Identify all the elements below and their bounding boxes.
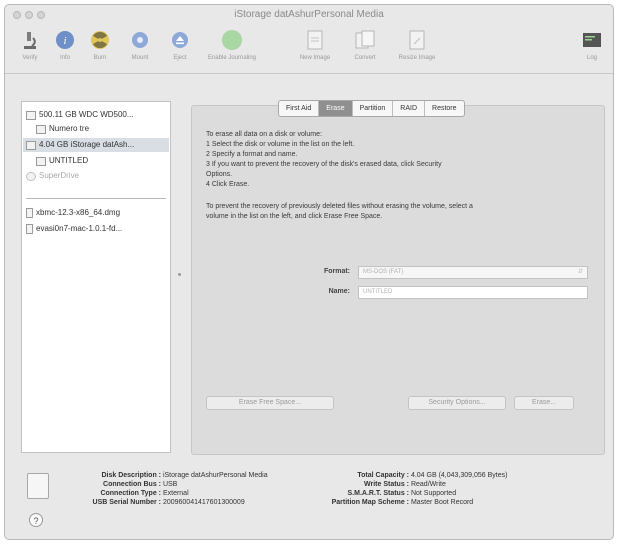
window-title: iStorage datAshurPersonal Media	[234, 9, 384, 20]
new-image-icon	[304, 29, 326, 51]
enable-journaling-button[interactable]: Enable Journaling	[201, 29, 263, 61]
svg-text:i: i	[63, 35, 66, 47]
format-label: Format:	[323, 268, 350, 275]
sidebar-divider	[26, 198, 166, 199]
erase-step-3: 3 If you want to prevent the recovery of…	[206, 161, 442, 168]
erase-free-space-button[interactable]: Erase Free Space...	[206, 396, 334, 410]
mount-button[interactable]: Mount	[123, 29, 157, 61]
tab-first-aid[interactable]: First Aid	[279, 101, 320, 116]
info-button[interactable]: i Info	[50, 29, 80, 61]
security-options-button[interactable]: Security Options...	[408, 396, 506, 410]
mount-disk-icon	[129, 29, 151, 51]
usb-drive-icon	[27, 473, 49, 499]
sidebar-item-xbmc-dmg[interactable]: xbmc-12.3-x86_64.dmg	[26, 206, 120, 220]
microscope-icon	[19, 29, 41, 51]
erase-step-4: 4 Click Erase.	[206, 181, 250, 188]
disk-info-right: Total Capacity : 4.04 GB (4,043,309,056 …	[331, 472, 508, 506]
sidebar-item-wdc-disk[interactable]: 500.11 GB WDC WD500...	[26, 108, 134, 122]
verify-button[interactable]: Verify	[15, 29, 45, 61]
help-button[interactable]: ?	[29, 513, 43, 527]
name-label: Name:	[328, 288, 350, 295]
erase-step-2: 2 Specify a format and name.	[206, 151, 298, 158]
erase-button[interactable]: Erase...	[514, 396, 574, 410]
erase-pane: First Aid Erase Partition RAID Restore T…	[191, 100, 605, 455]
radiation-icon	[89, 29, 111, 51]
tab-erase[interactable]: Erase	[319, 101, 353, 116]
disk-image-icon	[26, 208, 33, 218]
sidebar-item-evasi0n-dmg[interactable]: evasi0n7-mac-1.0.1-fd...	[26, 222, 122, 236]
convert-button[interactable]: Convert	[345, 29, 385, 61]
optical-drive-icon	[26, 171, 36, 181]
eject-icon	[169, 29, 191, 51]
volume-icon	[36, 156, 46, 166]
prevent-recovery-text-cont: volume in the list on the left, and clic…	[206, 213, 383, 220]
disk-image-icon	[26, 224, 33, 234]
erase-step-1: 1 Select the disk or volume in the list …	[206, 141, 355, 148]
volume-icon	[36, 124, 46, 134]
resize-image-icon	[406, 29, 428, 51]
name-input[interactable]: UNTITLED	[358, 286, 588, 299]
toolbar: Verify i Info Burn Mount Eject Enable Jo…	[5, 25, 613, 74]
log-icon	[581, 29, 603, 51]
convert-icon	[354, 29, 376, 51]
sidebar-item-untitled[interactable]: UNTITLED	[36, 154, 88, 168]
tab-raid[interactable]: RAID	[393, 101, 426, 116]
log-button[interactable]: Log	[579, 29, 605, 61]
hard-disk-icon	[26, 110, 36, 120]
resize-image-button[interactable]: Resize Image	[389, 29, 445, 61]
disk-utility-window: iStorage datAshurPersonal Media Verify i…	[4, 4, 614, 540]
sidebar-item-istorage-disk[interactable]: 4.04 GB iStorage datAsh...	[23, 138, 169, 152]
eject-button[interactable]: Eject	[165, 29, 195, 61]
burn-button[interactable]: Burn	[85, 29, 115, 61]
tab-bar: First Aid Erase Partition RAID Restore	[278, 100, 465, 117]
tab-partition[interactable]: Partition	[353, 101, 394, 116]
split-view-handle[interactable]	[178, 273, 181, 276]
new-image-button[interactable]: New Image	[291, 29, 339, 61]
journaling-icon	[217, 29, 247, 51]
prevent-recovery-text: To prevent the recovery of previously de…	[206, 203, 473, 210]
sidebar-item-superdrive[interactable]: SuperDrive	[26, 169, 79, 183]
tab-restore[interactable]: Restore	[425, 101, 464, 116]
format-select[interactable]: MS-DOS (FAT) ⇵	[358, 266, 588, 279]
disk-list[interactable]: 500.11 GB WDC WD500... Numero tre 4.04 G…	[21, 101, 171, 453]
erase-intro: To erase all data on a disk or volume:	[206, 131, 322, 138]
disk-info-left: Disk Description : iStorage datAshurPers…	[92, 472, 268, 506]
usb-disk-icon	[26, 140, 36, 150]
select-arrows-icon: ⇵	[577, 269, 583, 275]
sidebar-item-numero-tre[interactable]: Numero tre	[36, 122, 89, 136]
erase-step-3-cont: Options.	[206, 171, 233, 178]
info-icon: i	[54, 29, 76, 51]
